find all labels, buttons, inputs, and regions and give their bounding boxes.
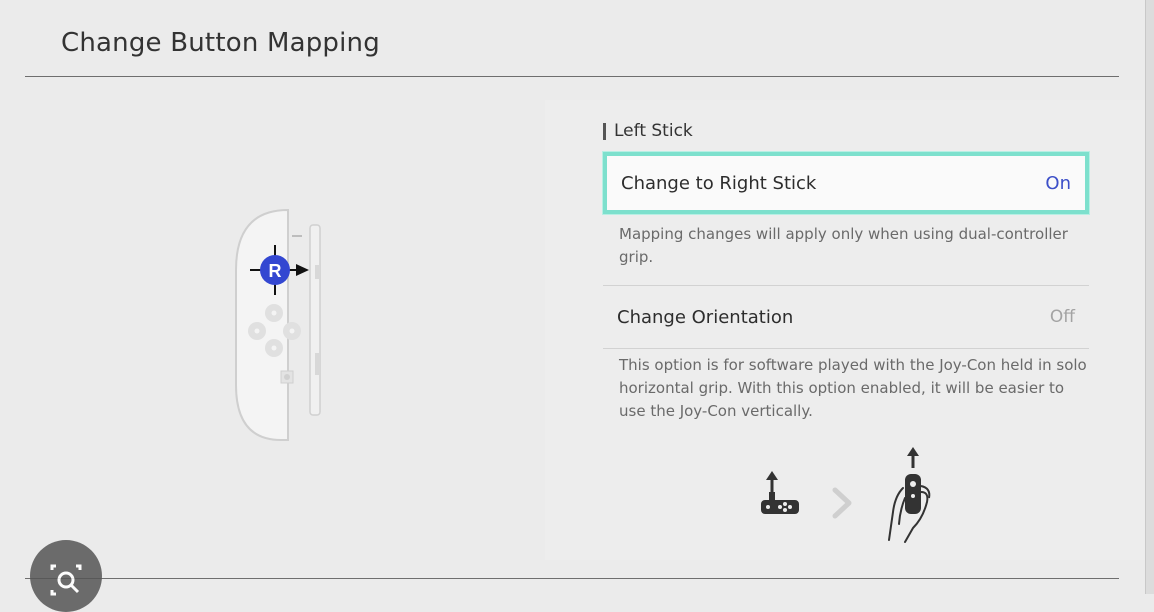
setting-value-off: Off	[1049, 307, 1075, 327]
setting-description: This option is for software played with …	[619, 356, 1087, 420]
right-edge-scrollbar	[1145, 0, 1154, 594]
setting-label: Change Orientation	[617, 306, 794, 328]
page-title: Change Button Mapping	[61, 28, 380, 58]
header-divider	[25, 76, 1119, 77]
setting-label: Change to Right Stick	[621, 172, 817, 194]
camera-search-icon	[50, 564, 82, 596]
footer-divider	[25, 578, 1119, 579]
left-joycon-diagram-icon: R	[235, 208, 321, 441]
visual-search-button[interactable]	[30, 540, 102, 612]
setting-change-to-right-stick[interactable]: Change to Right Stick On	[603, 152, 1089, 214]
setting-description: Mapping changes will apply only when usi…	[619, 225, 1068, 266]
setting-value-on: On	[1045, 172, 1071, 194]
section-bar	[603, 122, 606, 140]
svg-text:R: R	[269, 261, 282, 281]
section-title: Left Stick	[614, 121, 693, 141]
chevron-right-icon	[832, 487, 852, 519]
section-header: Left Stick	[603, 120, 693, 142]
hand-holding-joycon-icon	[888, 447, 931, 543]
orientation-illustration	[761, 447, 931, 543]
setting-change-orientation[interactable]: Change Orientation Off	[603, 285, 1089, 349]
arrow-right-icon	[296, 264, 309, 276]
joycon-horizontal-icon	[761, 471, 799, 514]
